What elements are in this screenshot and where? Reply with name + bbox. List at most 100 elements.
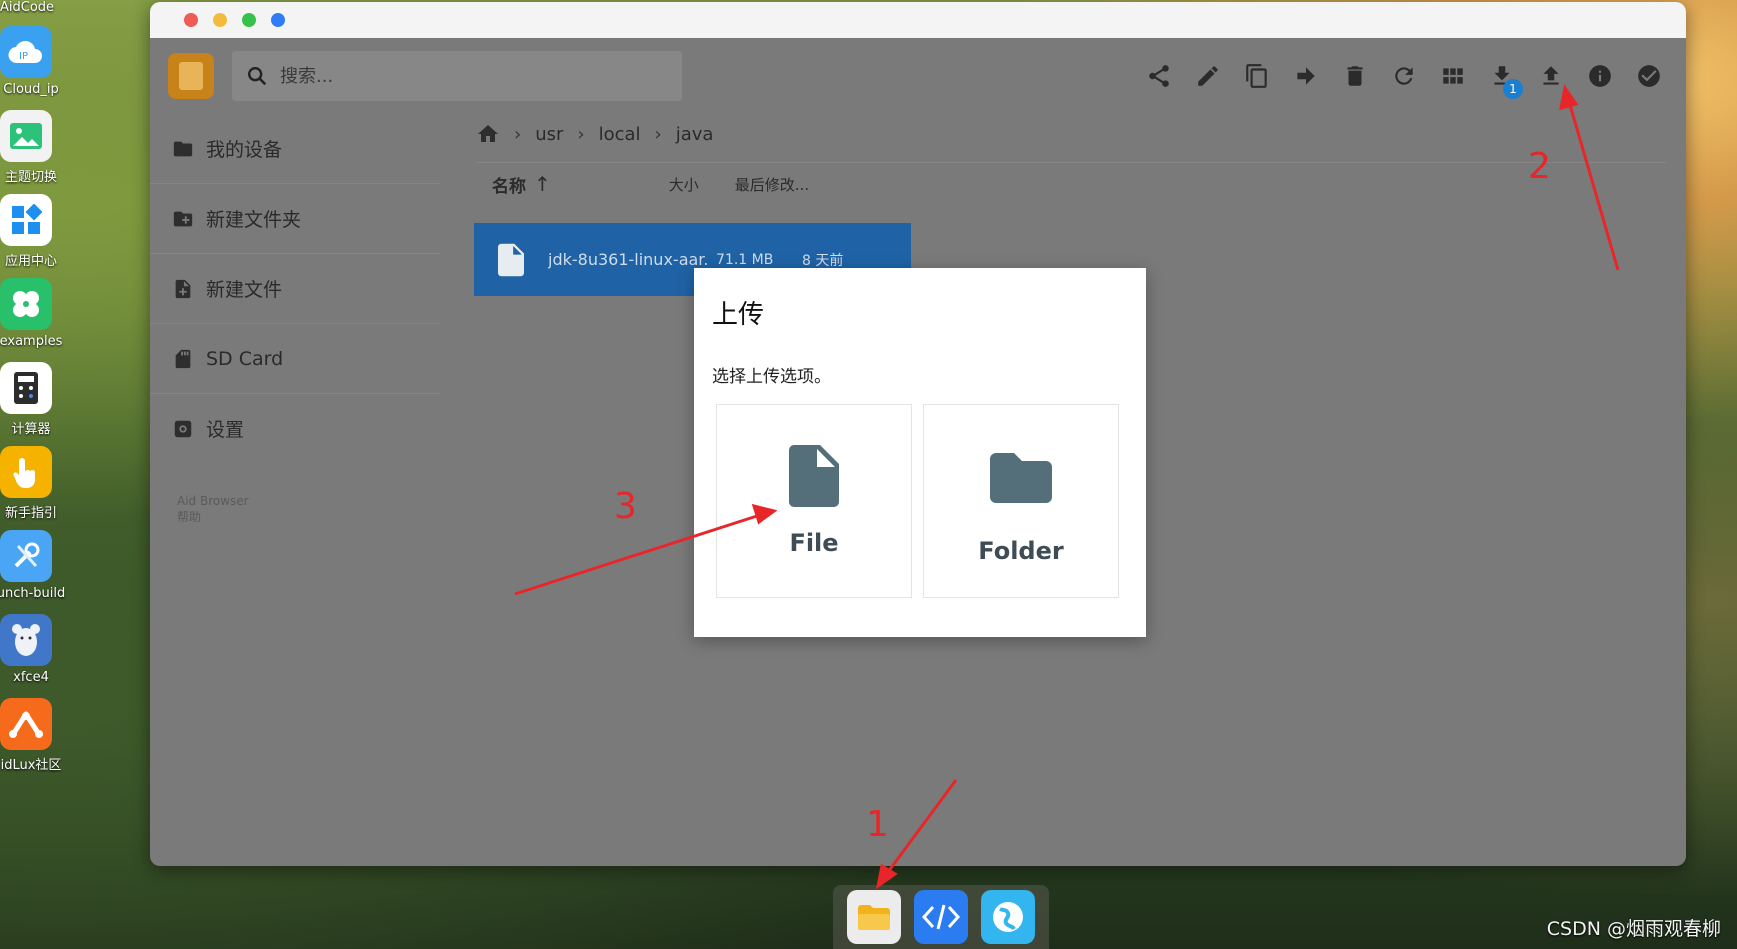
download-button[interactable]: 1 [1487, 61, 1523, 99]
breadcrumb: › usr › local › java [476, 122, 713, 146]
sd-card-icon [175, 349, 191, 368]
footer-app-name: Aid Browser [177, 494, 249, 508]
grid-view-button[interactable] [1438, 61, 1468, 91]
sidebar-item-label: 我的设备 [206, 139, 283, 161]
desktop-item-label: unch-build [0, 586, 66, 601]
clover-icon [0, 278, 52, 330]
sidebar: 我的设备 新建文件夹 新建文件 SD Card 设置 Aid Browser 帮… [150, 114, 440, 525]
sidebar-item-new-file[interactable]: 新建文件 [150, 254, 440, 324]
desktop-item-app-center[interactable]: 应用中心 [0, 194, 64, 269]
minimize-window-button[interactable] [213, 13, 227, 27]
desktop-item-label: 计算器 [11, 422, 51, 437]
chevron-right-icon: › [514, 123, 522, 145]
desktop-item-label: xfce4 [13, 670, 49, 685]
annotation-number-1: 1 [866, 804, 889, 845]
column-header-modified[interactable]: 最后修改... [735, 174, 809, 195]
sort-ascending-icon[interactable]: ↑ [534, 172, 551, 196]
breadcrumb-item-local[interactable]: local [599, 124, 641, 145]
dock-code-editor-icon[interactable] [913, 890, 968, 944]
desktop-item-label: examples [0, 334, 63, 349]
breadcrumb-item-usr[interactable]: usr [535, 124, 563, 145]
sidebar-item-label: 设置 [206, 419, 245, 441]
chevron-right-icon: › [577, 123, 585, 145]
search-icon [248, 67, 267, 86]
upload-file-option[interactable]: File [716, 404, 912, 598]
home-icon[interactable] [476, 122, 500, 146]
select-all-button[interactable] [1634, 61, 1664, 91]
file-modified: 8 天前 [802, 252, 844, 269]
upload-button[interactable] [1536, 61, 1566, 91]
sidebar-item-sd-card[interactable]: SD Card [150, 324, 440, 394]
desktop-item-guide[interactable]: 新手指引 [0, 446, 64, 521]
desktop-item-label: idLux社区 [0, 758, 62, 773]
info-icon [1589, 65, 1611, 87]
maximize-window-button[interactable] [242, 13, 256, 27]
calculator-icon [0, 362, 52, 414]
desktop-item-examples[interactable]: examples [0, 278, 64, 349]
dock-browser-globe-icon[interactable] [980, 890, 1035, 944]
watermark: CSDN @烟雨观春柳 [1546, 918, 1721, 940]
file-size: 71.1 MB [716, 251, 774, 268]
desktop-item-label: 新手指引 [4, 506, 57, 521]
file-name: jdk-8u361-linux-aar... [548, 250, 710, 269]
sidebar-item-label: SD Card [206, 347, 284, 370]
desktop-item-theme[interactable]: 主题切换 [0, 110, 64, 185]
move-button[interactable] [1291, 61, 1321, 91]
folder-icon [173, 141, 193, 156]
sidebar-item-my-device[interactable]: 我的设备 [150, 114, 440, 184]
upload-file-label: File [789, 529, 839, 557]
column-header-size[interactable]: 大小 [669, 174, 699, 195]
desktop-item-cloud-ip[interactable]: IP Cloud_ip [0, 26, 64, 97]
annotation-number-3: 3 [614, 486, 637, 527]
grid-view-icon [1443, 68, 1463, 84]
file-icon [789, 445, 839, 507]
tools-icon [0, 530, 52, 582]
column-header-name[interactable]: 名称 [492, 172, 526, 197]
toolbar-actions: 1 [1144, 38, 1664, 114]
dialog-subtitle: 选择上传选项。 [712, 367, 831, 387]
delete-button[interactable] [1340, 61, 1370, 91]
sidebar-item-new-folder[interactable]: 新建文件夹 [150, 184, 440, 254]
dock [833, 885, 1049, 949]
rename-button[interactable] [1193, 61, 1223, 91]
search-box[interactable] [232, 51, 682, 101]
svg-text:IP: IP [19, 51, 28, 62]
desktop-item-calculator[interactable]: 计算器 [0, 362, 64, 437]
extra-window-button[interactable] [271, 13, 285, 27]
download-count-badge: 1 [1503, 79, 1523, 99]
share-icon [1149, 65, 1169, 87]
sidebar-item-label: 新建文件夹 [206, 209, 302, 231]
desktop-item-label: 应用中心 [4, 254, 57, 269]
dock-file-manager-icon[interactable] [847, 890, 902, 944]
desktop-top-label: AidCode [0, 0, 55, 15]
chevron-right-icon: › [654, 123, 662, 145]
share-button[interactable] [1144, 61, 1174, 91]
sidebar-item-settings[interactable]: 设置 [150, 394, 440, 463]
desktop-item-label: Cloud_ip [3, 82, 59, 97]
check-circle-icon [1638, 65, 1660, 87]
breadcrumb-item-java[interactable]: java [676, 124, 714, 145]
community-icon [0, 698, 52, 750]
toolbar: 1 [150, 38, 1686, 114]
app-logo-icon [168, 53, 214, 99]
upload-icon [1543, 66, 1559, 85]
new-file-icon [175, 279, 191, 298]
refresh-button[interactable] [1389, 61, 1419, 91]
desktop-item-launch-build[interactable]: unch-build [0, 530, 66, 601]
desktop-item-xfce4[interactable]: xfce4 [0, 614, 64, 685]
footer-help-link[interactable]: 帮助 [177, 509, 440, 525]
copy-button[interactable] [1242, 61, 1272, 91]
annotation-number-2: 2 [1528, 146, 1551, 187]
desktop-item-community[interactable]: idLux社区 [0, 698, 64, 773]
apps-grid-icon [0, 194, 52, 246]
new-folder-icon [173, 211, 193, 226]
file-icon [498, 243, 524, 276]
pencil-icon [1198, 66, 1218, 86]
upload-folder-option[interactable]: Folder [923, 404, 1119, 598]
search-input[interactable] [278, 64, 662, 88]
desktop-item-label: 主题切换 [4, 170, 57, 185]
close-window-button[interactable] [184, 13, 198, 27]
info-button[interactable] [1585, 61, 1615, 91]
upload-dialog: 上传 选择上传选项。 File Folder [694, 268, 1146, 637]
title-bar [150, 2, 1686, 38]
